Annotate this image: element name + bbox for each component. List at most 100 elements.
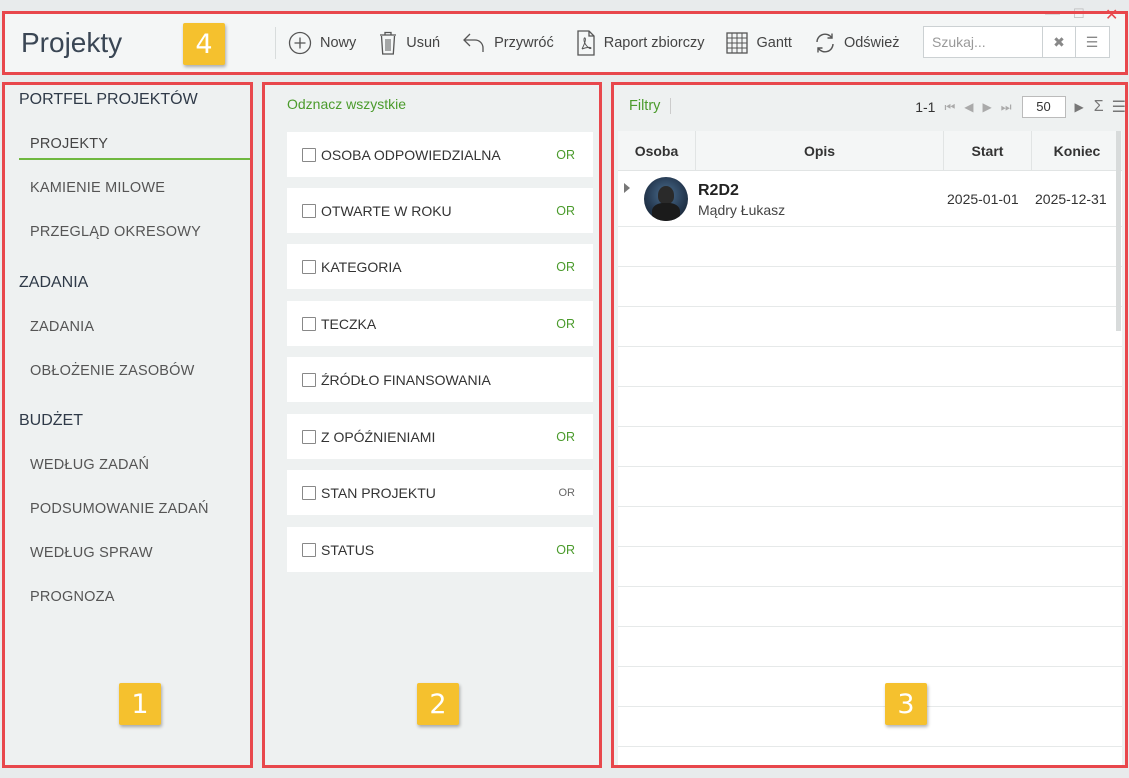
trash-icon	[380, 31, 397, 55]
page-size-input[interactable]: 50	[1021, 96, 1066, 118]
column-header-person[interactable]: Osoba	[618, 131, 696, 170]
new-button[interactable]: Nowy	[288, 31, 356, 55]
grid-icon	[726, 32, 749, 54]
empty-row	[618, 507, 1122, 547]
delete-button[interactable]: Usuń	[378, 30, 440, 56]
filter-label: STATUS	[321, 541, 375, 558]
filter-item[interactable]: KATEGORIA OR	[287, 244, 593, 289]
filter-label: TECZKA	[321, 315, 377, 332]
prev-page-icon[interactable]: ◀	[964, 100, 973, 114]
or-toggle[interactable]: OR	[556, 148, 575, 162]
minimize-icon[interactable]: —	[1045, 5, 1060, 22]
start-date: 2025-01-01	[947, 191, 1019, 207]
section-title-portfolio: PORTFEL PROJEKTÓW	[19, 91, 198, 108]
column-header-description[interactable]: Opis	[696, 131, 944, 170]
checkbox[interactable]	[302, 542, 316, 557]
menu-icon[interactable]: ☰	[1112, 97, 1126, 117]
search-input[interactable]	[924, 27, 1042, 57]
table-row[interactable]: R2D2 Mądry Łukasz 2025-01-01 2025-12-31	[618, 171, 1122, 227]
header: Projekty — ☐ ✕ Nowy Usuń Przywróć Raport…	[5, 5, 1126, 73]
or-toggle[interactable]: OR	[556, 430, 575, 444]
empty-row	[618, 587, 1122, 627]
checkbox[interactable]	[302, 147, 316, 162]
sidebar-item-resource-load[interactable]: OBŁOŻENIE ZASOBÓW	[19, 363, 250, 379]
column-header-end[interactable]: Koniec	[1032, 131, 1122, 170]
close-icon[interactable]: ✕	[1105, 5, 1118, 25]
filter-label: ŹRÓDŁO FINANSOWANIA	[321, 371, 491, 388]
sidebar-item-forecast[interactable]: PROGNOZA	[19, 589, 250, 605]
page-size-arrow-icon[interactable]: ▶	[1075, 100, 1084, 114]
sidebar-item-task-summary[interactable]: PODSUMOWANIE ZADAŃ	[19, 501, 250, 517]
empty-row	[618, 627, 1122, 667]
gantt-button-label: Gantt	[756, 35, 792, 51]
filter-item[interactable]: OTWARTE W ROKU OR	[287, 188, 593, 233]
checkbox[interactable]	[302, 316, 316, 331]
filter-label: STAN PROJEKTU	[321, 484, 436, 501]
sidebar-item-projects[interactable]: PROJEKTY	[19, 136, 250, 160]
column-header-start[interactable]: Start	[944, 131, 1032, 170]
scrollbar[interactable]	[1116, 131, 1121, 331]
menu-icon[interactable]: ☰	[1075, 27, 1108, 57]
summary-report-button-label: Raport zbiorczy	[603, 35, 705, 51]
pdf-icon	[577, 30, 595, 56]
search-box: ✖ ☰	[923, 26, 1110, 58]
project-name: R2D2	[698, 182, 739, 199]
filter-item[interactable]: STAN PROJEKTU OR	[287, 470, 593, 515]
sidebar-item-by-cases[interactable]: WEDŁUG SPRAW	[19, 545, 250, 561]
checkbox[interactable]	[302, 203, 316, 218]
last-page-icon[interactable]: ⏭	[1001, 100, 1012, 115]
delete-button-label: Usuń	[406, 35, 441, 51]
new-button-label: Nowy	[320, 35, 357, 51]
empty-row	[618, 427, 1122, 467]
checkbox[interactable]	[302, 372, 316, 387]
gantt-button[interactable]: Gantt	[726, 32, 792, 54]
expand-row-icon[interactable]	[624, 183, 630, 193]
maximize-icon[interactable]: ☐	[1073, 6, 1085, 22]
refresh-icon	[816, 33, 834, 53]
annotation-badge-4: 4	[183, 23, 225, 65]
sidebar-item-by-tasks[interactable]: WEDŁUG ZADAŃ	[19, 457, 250, 473]
or-toggle[interactable]: OR	[559, 487, 576, 499]
sidebar-item-periodic-review[interactable]: PRZEGLĄD OKRESOWY	[19, 224, 250, 240]
summary-report-button[interactable]: Raport zbiorczy	[576, 30, 705, 56]
plus-circle-icon	[288, 31, 312, 55]
restore-button[interactable]: Przywróć	[462, 32, 554, 54]
annotation-badge-2: 2	[417, 683, 459, 725]
checkbox[interactable]	[302, 485, 316, 500]
or-toggle[interactable]: OR	[556, 317, 575, 331]
filter-item[interactable]: OSOBA ODPOWIEDZIALNA OR	[287, 132, 593, 177]
results-panel: Filtry 1-1 ⏮ ◀ ▶ ⏭ 50 ▶ Σ ☰ Osoba Opis S…	[614, 84, 1126, 766]
uncheck-all-link[interactable]: Odznacz wszystkie	[287, 96, 406, 112]
or-toggle[interactable]: OR	[556, 543, 575, 557]
checkbox[interactable]	[302, 259, 316, 274]
avatar	[644, 177, 688, 221]
filter-item[interactable]: ŹRÓDŁO FINANSOWANIA	[287, 357, 593, 402]
section-title-budget: BUDŻET	[19, 412, 83, 429]
filter-item[interactable]: Z OPÓŹNIENIAMI OR	[287, 414, 593, 459]
next-page-icon[interactable]: ▶	[982, 100, 991, 114]
section-title-tasks: ZADANIA	[19, 274, 89, 291]
first-page-icon[interactable]: ⏮	[944, 100, 955, 115]
or-toggle[interactable]: OR	[556, 204, 575, 218]
sidebar: PORTFEL PROJEKTÓW PROJEKTY KAMIENIE MILO…	[5, 84, 251, 766]
filter-item[interactable]: STATUS OR	[287, 527, 593, 572]
empty-row	[618, 227, 1122, 267]
filter-label: KATEGORIA	[321, 258, 402, 275]
filters-toggle[interactable]: Filtry	[629, 98, 672, 114]
sidebar-item-tasks[interactable]: ZADANIA	[19, 319, 250, 335]
annotation-badge-3: 3	[885, 683, 927, 725]
toolbar: Nowy Usuń Przywróć Raport zbiorczy Gantt…	[275, 27, 922, 59]
sidebar-item-milestones[interactable]: KAMIENIE MILOWE	[19, 180, 250, 196]
page-title: Projekty	[21, 27, 123, 58]
checkbox[interactable]	[302, 429, 316, 444]
or-toggle[interactable]: OR	[556, 260, 575, 274]
filter-label: OSOBA ODPOWIEDZIALNA	[321, 146, 501, 163]
pager: 1-1 ⏮ ◀ ▶ ⏭ 50 ▶ Σ ☰	[915, 96, 1126, 118]
sum-icon[interactable]: Σ	[1094, 98, 1104, 116]
clear-search-icon[interactable]: ✖	[1042, 27, 1075, 57]
empty-row	[618, 347, 1122, 387]
filter-item[interactable]: TECZKA OR	[287, 301, 593, 346]
empty-row	[618, 707, 1122, 747]
refresh-button[interactable]: Odśwież	[814, 32, 900, 54]
filter-label: Z OPÓŹNIENIAMI	[321, 428, 436, 445]
